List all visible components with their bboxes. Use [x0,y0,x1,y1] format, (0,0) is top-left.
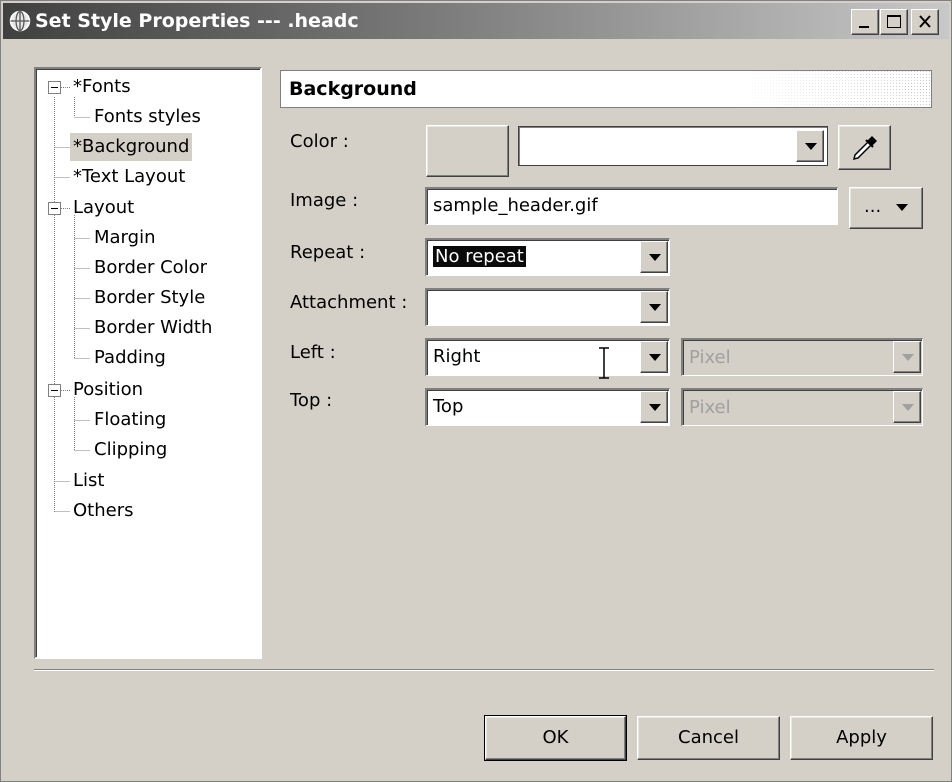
tree-item-padding[interactable]: Padding [91,344,169,372]
tree-item-layout[interactable]: Layout [70,194,137,222]
minus-icon [51,390,58,391]
repeat-select-value: No repeat [433,246,526,268]
repeat-select[interactable]: No repeat [425,238,670,276]
tree-item-fonts[interactable]: *Fonts [70,73,134,101]
set-style-properties-dialog: Set Style Properties --- .headc *Fonts F… [0,0,952,782]
color-picker-button[interactable] [838,125,891,170]
left-label: Left : [290,342,336,363]
chevron-down-icon [649,254,661,261]
title-bar[interactable]: Set Style Properties --- .headc [3,3,949,39]
chevron-down-icon [805,143,817,150]
left-select-value: Right [433,346,481,367]
image-browse-label: ... [864,196,882,217]
category-tree[interactable]: *Fonts Fonts styles *Background *Text La… [34,67,262,659]
tree-item-others[interactable]: Others [70,497,137,525]
left-dropdown-button[interactable] [640,341,668,373]
position-collapse-toggle[interactable] [48,384,61,397]
tree-item-border-color[interactable]: Border Color [91,254,210,282]
tree-item-border-width[interactable]: Border Width [91,314,215,342]
tree-item-border-style[interactable]: Border Style [91,284,208,312]
image-label: Image : [290,190,359,211]
minimize-icon [859,26,869,28]
top-select[interactable]: Top [425,388,670,426]
tree-item-margin[interactable]: Margin [91,224,158,252]
tree-item-floating[interactable]: Floating [91,406,169,434]
top-dropdown-button[interactable] [640,391,668,423]
section-title: Background [289,78,417,100]
attachment-select[interactable] [425,288,670,326]
top-unit-select[interactable]: Pixel [681,388,923,426]
layout-collapse-toggle[interactable] [48,202,61,215]
top-unit-value: Pixel [689,397,731,418]
repeat-dropdown-button[interactable] [640,241,668,273]
color-select[interactable] [518,126,828,166]
color-dropdown-button[interactable] [796,130,824,162]
color-label: Color : [290,131,349,152]
chevron-down-icon [896,204,908,211]
tree-item-text-layout[interactable]: *Text Layout [70,163,188,191]
top-label: Top : [290,390,333,411]
image-browse-button[interactable]: ... [849,187,923,229]
maximize-icon [887,15,901,28]
repeat-label: Repeat : [290,242,366,263]
image-input[interactable]: sample_header.gif [425,187,838,225]
attachment-dropdown-button[interactable] [640,291,668,323]
close-icon [919,15,931,28]
header-decoration [731,71,931,107]
section-header: Background [280,70,932,108]
tree-item-background[interactable]: *Background [70,133,193,161]
left-unit-dropdown-button[interactable] [893,341,921,373]
apply-button[interactable]: Apply [790,716,933,760]
top-select-value: Top [433,396,464,417]
window-title: Set Style Properties --- .headc [35,10,359,32]
bottom-separator [34,669,934,671]
chevron-down-icon [649,354,661,361]
tree-item-fonts-styles[interactable]: Fonts styles [91,103,204,131]
chevron-down-icon [902,354,914,361]
left-unit-value: Pixel [689,347,731,368]
attachment-label: Attachment : [290,292,408,313]
tree-item-clipping[interactable]: Clipping [91,436,170,464]
chevron-down-icon [649,404,661,411]
top-unit-dropdown-button[interactable] [893,391,921,423]
minus-icon [51,208,58,209]
left-unit-select[interactable]: Pixel [681,338,923,376]
cancel-button[interactable]: Cancel [637,716,780,760]
maximize-button[interactable] [880,9,908,35]
tree-item-list[interactable]: List [70,467,107,495]
text-cursor-icon [599,347,609,379]
ok-button[interactable]: OK [484,715,627,761]
repeat-selected-text: No repeat [433,246,526,267]
chevron-down-icon [902,404,914,411]
image-input-value: sample_header.gif [433,195,598,216]
cancel-button-label: Cancel [678,727,739,748]
left-select[interactable]: Right [425,338,670,376]
apply-button-label: Apply [836,727,887,748]
minimize-button[interactable] [851,9,879,35]
eyedropper-icon [852,136,877,161]
color-swatch-button[interactable] [426,125,509,177]
fonts-collapse-toggle[interactable] [48,81,61,94]
minus-icon [51,87,58,88]
app-globe-icon [9,10,31,32]
chevron-down-icon [649,304,661,311]
close-button[interactable] [911,9,939,35]
ok-button-label: OK [542,727,569,748]
tree-item-position[interactable]: Position [70,376,146,404]
